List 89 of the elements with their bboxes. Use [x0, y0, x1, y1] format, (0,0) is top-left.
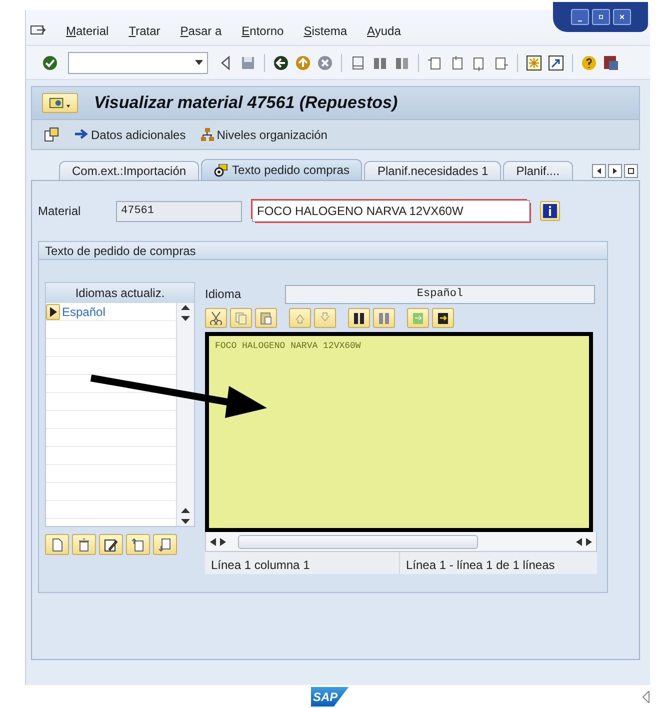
menu-item[interactable]: Material [66, 22, 109, 40]
menu-item[interactable]: Pasar a [180, 22, 222, 40]
trash-button[interactable] [72, 534, 96, 555]
scroll-right-icon[interactable] [586, 538, 592, 546]
up-icon[interactable] [295, 54, 311, 70]
display-icon [49, 96, 71, 110]
maximize-button[interactable] [592, 9, 610, 25]
close-icon [620, 13, 624, 21]
scroll-down-icon[interactable] [181, 519, 190, 524]
save-icon[interactable] [240, 54, 256, 70]
menu-item[interactable]: Entorno [242, 22, 284, 40]
page-up-icon [131, 538, 145, 552]
back-icon[interactable] [273, 54, 289, 70]
paste-button[interactable] [255, 308, 277, 328]
language-row[interactable]: Español [46, 303, 176, 321]
pencil-edit-icon [104, 538, 118, 552]
vertical-scrollbar[interactable] [176, 303, 194, 526]
scroll-down-icon[interactable] [181, 316, 190, 321]
help-icon[interactable] [581, 54, 597, 70]
scrollbar-thumb[interactable] [238, 534, 478, 548]
field-label: Idioma [205, 286, 242, 303]
language-field[interactable]: Español [285, 284, 595, 304]
page-title: Visualizar material 47561 (Repuestos) [94, 92, 398, 114]
scroll-right-button[interactable] [608, 164, 622, 178]
command-field[interactable] [68, 52, 208, 74]
info-icon [543, 204, 557, 218]
tab[interactable]: Planif.... [503, 161, 573, 180]
new-document-icon [50, 538, 64, 552]
action-link[interactable]: Niveles organización [200, 126, 328, 144]
editor-text: FOCO HALOGENO NARVA 12VX60W [215, 341, 361, 351]
info-button[interactable] [540, 201, 560, 221]
cancel-icon[interactable] [317, 54, 333, 70]
column-header: Idiomas actualiz. [46, 283, 194, 303]
scissors-button[interactable] [205, 308, 227, 328]
minimize-button[interactable] [570, 9, 588, 25]
tab[interactable]: Texto pedido compras [201, 159, 362, 180]
tab[interactable]: Planif.necesidades 1 [364, 161, 502, 180]
dropdown-icon [195, 60, 203, 65]
group-title: Texto de pedido de compras [39, 242, 607, 260]
check-icon[interactable] [42, 54, 58, 70]
maximize-icon [598, 13, 602, 21]
selected-row-icon [49, 306, 57, 316]
action-link[interactable]: Datos adicionales [74, 126, 186, 144]
minimize-icon [578, 20, 582, 22]
shortcut-icon[interactable] [548, 54, 564, 70]
menu-item[interactable]: Tratar [128, 22, 160, 40]
export-icon [436, 311, 450, 325]
tab-list-icon [628, 168, 634, 174]
sap-logo: SAP [311, 686, 349, 706]
close-button[interactable] [612, 9, 630, 25]
new-document-button[interactable] [45, 534, 69, 555]
scissors-icon [209, 311, 223, 325]
page-up-button[interactable] [126, 534, 150, 555]
tab-left-icon [597, 168, 601, 174]
tab[interactable]: Com.ext.:Importación [59, 161, 200, 180]
arrow-right-icon [74, 127, 88, 142]
page-down-icon [158, 538, 172, 552]
page-down-button[interactable] [153, 534, 177, 555]
copy-icon [234, 311, 248, 325]
material-number-field[interactable]: 47561 [116, 200, 242, 222]
scroll-left-button[interactable] [592, 164, 606, 178]
tab-right-icon [613, 168, 617, 174]
export-button[interactable] [432, 308, 454, 328]
menu-item[interactable]: Sistema [304, 22, 348, 40]
scroll-right-icon[interactable] [220, 538, 226, 546]
field-label: Material [38, 203, 82, 220]
pencil-edit-button[interactable] [99, 534, 123, 555]
scroll-up-icon[interactable] [181, 508, 190, 513]
collapse-icon[interactable] [642, 691, 650, 703]
hierarchy-icon [200, 127, 214, 142]
layout-icon[interactable] [603, 54, 619, 70]
menu-item[interactable]: Ayuda [367, 22, 401, 40]
paste-icon [259, 311, 273, 325]
screen-menu-button[interactable] [42, 93, 78, 113]
menu-icon[interactable] [30, 24, 46, 38]
scroll-up-icon[interactable] [181, 305, 190, 310]
scroll-left-icon[interactable] [576, 538, 582, 546]
new-session-icon[interactable] [526, 54, 542, 70]
status-position: Línea 1 columna 1 [205, 552, 400, 574]
import-icon [411, 311, 425, 325]
tab-camera-icon [214, 164, 228, 176]
print-icon[interactable] [350, 54, 366, 70]
horizontal-scrollbar[interactable] [205, 532, 597, 552]
status-lines: Línea 1 - línea 1 de 1 líneas [405, 557, 556, 574]
trash-icon [77, 538, 91, 552]
scroll-left-icon[interactable] [210, 538, 216, 546]
description-field[interactable]: FOCO HALOGENO NARVA 12VX60W [252, 200, 530, 222]
text-editor[interactable]: FOCO HALOGENO NARVA 12VX60W [205, 332, 593, 532]
tab-list-button[interactable] [624, 164, 638, 178]
